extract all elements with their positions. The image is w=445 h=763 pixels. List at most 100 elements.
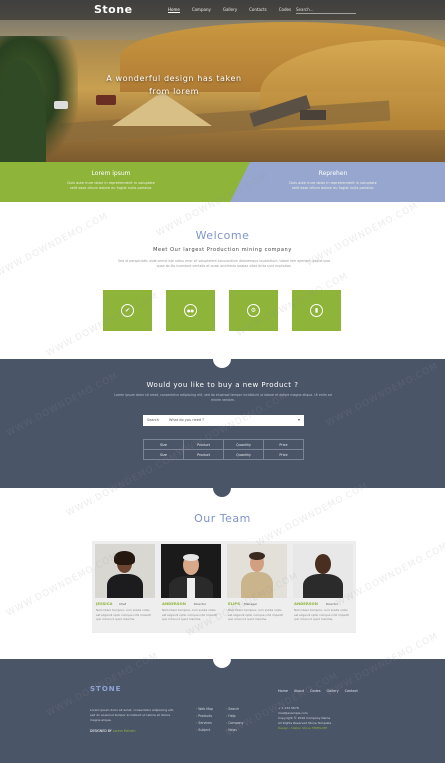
table-cell: Quantity [223, 449, 264, 460]
footer-credit-name[interactable]: Lorem Mahem [113, 729, 136, 733]
footer-credit-label: DESIGNED BY [90, 729, 112, 733]
footer-menu-item[interactable]: Contact [345, 689, 358, 693]
footer-links-col1: Web Map Products Services Subject [196, 706, 213, 734]
table-cell: Product [183, 439, 224, 450]
service-tile[interactable]: ✔ [103, 290, 152, 331]
footer-brand[interactable]: STONE [90, 685, 121, 693]
footer-link[interactable]: Web Map [196, 706, 213, 713]
chevron-down-icon: ▾ [297, 417, 300, 422]
footer-link[interactable]: Search [226, 706, 243, 713]
footer-about: Lorem ipsum dolor sit amet, consectetur … [90, 708, 174, 722]
select-value: What do you need ? [169, 418, 205, 422]
hero-road [59, 100, 391, 144]
photo-hair [183, 554, 199, 561]
member-name: ANDERSON [294, 601, 318, 606]
footer-credit: DESIGNED BY Lorem Mahem [90, 729, 136, 733]
member-desc: Nam libero tempore, cum soluta nobis est… [162, 608, 217, 622]
member-name: JESSICA [96, 601, 113, 606]
footer-menu-item[interactable]: About [294, 689, 304, 693]
member-desc: Nam libero tempore, cum soluta nobis est… [96, 608, 151, 622]
hero-banner: Stone Home Company Gallery Contacts Code… [0, 0, 445, 162]
menu-item-gallery[interactable]: Gallery [223, 7, 237, 13]
member-desc: Nam libero tempore, cum soluta nobis est… [228, 608, 283, 622]
welcome-title: Welcome [195, 229, 250, 242]
welcome-subtitle: Meet Our largest Production mining compa… [153, 247, 292, 253]
footer-link[interactable]: Products [196, 713, 213, 720]
search-input[interactable]: Search... [296, 5, 356, 14]
section-notch [213, 488, 231, 497]
member-role: Director [194, 602, 207, 606]
feature-title: Lorem ipsum [91, 170, 131, 177]
member-photo [227, 544, 287, 598]
team-card[interactable]: ANDERSON Director Nam libero tempore, cu… [158, 541, 224, 633]
photo-body [241, 572, 273, 598]
footer-link[interactable]: Help [226, 713, 243, 720]
main-menu: Home Company Gallery Contacts Codes [168, 7, 303, 13]
hero-machine [300, 110, 326, 120]
brand-logo[interactable]: Stone [94, 3, 133, 16]
select-label: Search [147, 418, 160, 422]
footer-menu-item[interactable]: Home [278, 689, 288, 693]
photo-body [107, 574, 143, 598]
member-photo [293, 544, 353, 598]
welcome-text: Sed ut perspiciatis unde omnis iste natu… [118, 259, 330, 268]
footer-contact: + 1 234 5678 mail@example.com Copyright … [278, 706, 368, 731]
check-icon: ✔ [124, 307, 131, 314]
watermark: WWW.DOWNDEMO.COM [0, 211, 111, 279]
footer-menu-item[interactable]: Codes [310, 689, 320, 693]
table-cell: Product [183, 449, 224, 460]
footer-links-col2: Search Help Company News [226, 706, 243, 734]
cogs-icon: ⚙ [250, 307, 257, 314]
bar-chart-icon: ▮ [314, 307, 319, 314]
users-icon: ●● [187, 308, 194, 313]
menu-item-codes[interactable]: Codes [279, 7, 291, 13]
menu-item-contacts[interactable]: Contacts [249, 7, 267, 13]
footer-menu: Home About Codes Gallery Contact [278, 689, 364, 693]
member-role: Manager [244, 602, 258, 606]
team-card[interactable]: ELIPS Manager Nam libero tempore, cum so… [224, 541, 290, 633]
footer-menu-item[interactable]: Gallery [327, 689, 339, 693]
team-title: Our Team [194, 512, 251, 525]
footer-link[interactable]: Services [196, 720, 213, 727]
photo-shirt [187, 578, 195, 598]
product-table: Size Product Quantity Price Size Product… [143, 439, 304, 460]
footer-link[interactable]: News [226, 727, 243, 734]
hero-truck [54, 101, 68, 109]
member-photo [161, 544, 221, 598]
product-text: Lorem ipsum dolor sit amet, consectetur … [114, 393, 332, 402]
member-role: Director [326, 602, 339, 606]
feature-text: Duis aute irure dolor in reprehenderit i… [289, 181, 377, 190]
feature-text: Duis aute irure dolor in reprehenderit i… [67, 181, 155, 190]
member-desc: Nam libero tempore, cum soluta nobis est… [294, 608, 349, 622]
product-select[interactable]: Search What do you need ? ▾ [143, 415, 304, 426]
menu-item-home[interactable]: Home [168, 7, 180, 13]
hero-headline: A wonderful design has taken from lorem [106, 74, 242, 96]
top-nav: Stone Home Company Gallery Contacts Code… [0, 0, 445, 20]
table-row: Size Product Quantity Price [143, 449, 304, 460]
service-tile[interactable]: ▮ [292, 290, 341, 331]
member-name: ELIPS [228, 601, 240, 606]
menu-item-company[interactable]: Company [192, 7, 211, 13]
table-cell: Price [263, 449, 304, 460]
table-row: Size Product Quantity Price [143, 439, 304, 450]
feature-title: Reprehen [318, 170, 348, 177]
service-tile[interactable]: ●● [166, 290, 215, 331]
service-tile[interactable]: ⚙ [229, 290, 278, 331]
table-cell: Size [143, 449, 184, 460]
footer [0, 659, 445, 763]
photo-head [315, 554, 331, 574]
product-title: Would you like to buy a new Product ? [146, 381, 299, 389]
table-cell: Size [143, 439, 184, 450]
footer-link[interactable]: Company [226, 720, 243, 727]
photo-hair [249, 552, 265, 560]
table-cell: Price [263, 439, 304, 450]
team-card[interactable]: ANDERSON Director Nam libero tempore, cu… [290, 541, 356, 633]
service-tiles: ✔ ●● ⚙ ▮ [103, 290, 343, 332]
footer-link[interactable]: Subject [196, 727, 213, 734]
member-role: Chef [119, 602, 126, 606]
member-photo [95, 544, 155, 598]
contact-design[interactable]: Design : Dalton Stone TEMPLATE [278, 726, 368, 731]
table-cell: Quantity [223, 439, 264, 450]
team-card[interactable]: JESSICA Chef Nam libero tempore, cum sol… [92, 541, 158, 633]
member-name: ANDERSON [162, 601, 186, 606]
